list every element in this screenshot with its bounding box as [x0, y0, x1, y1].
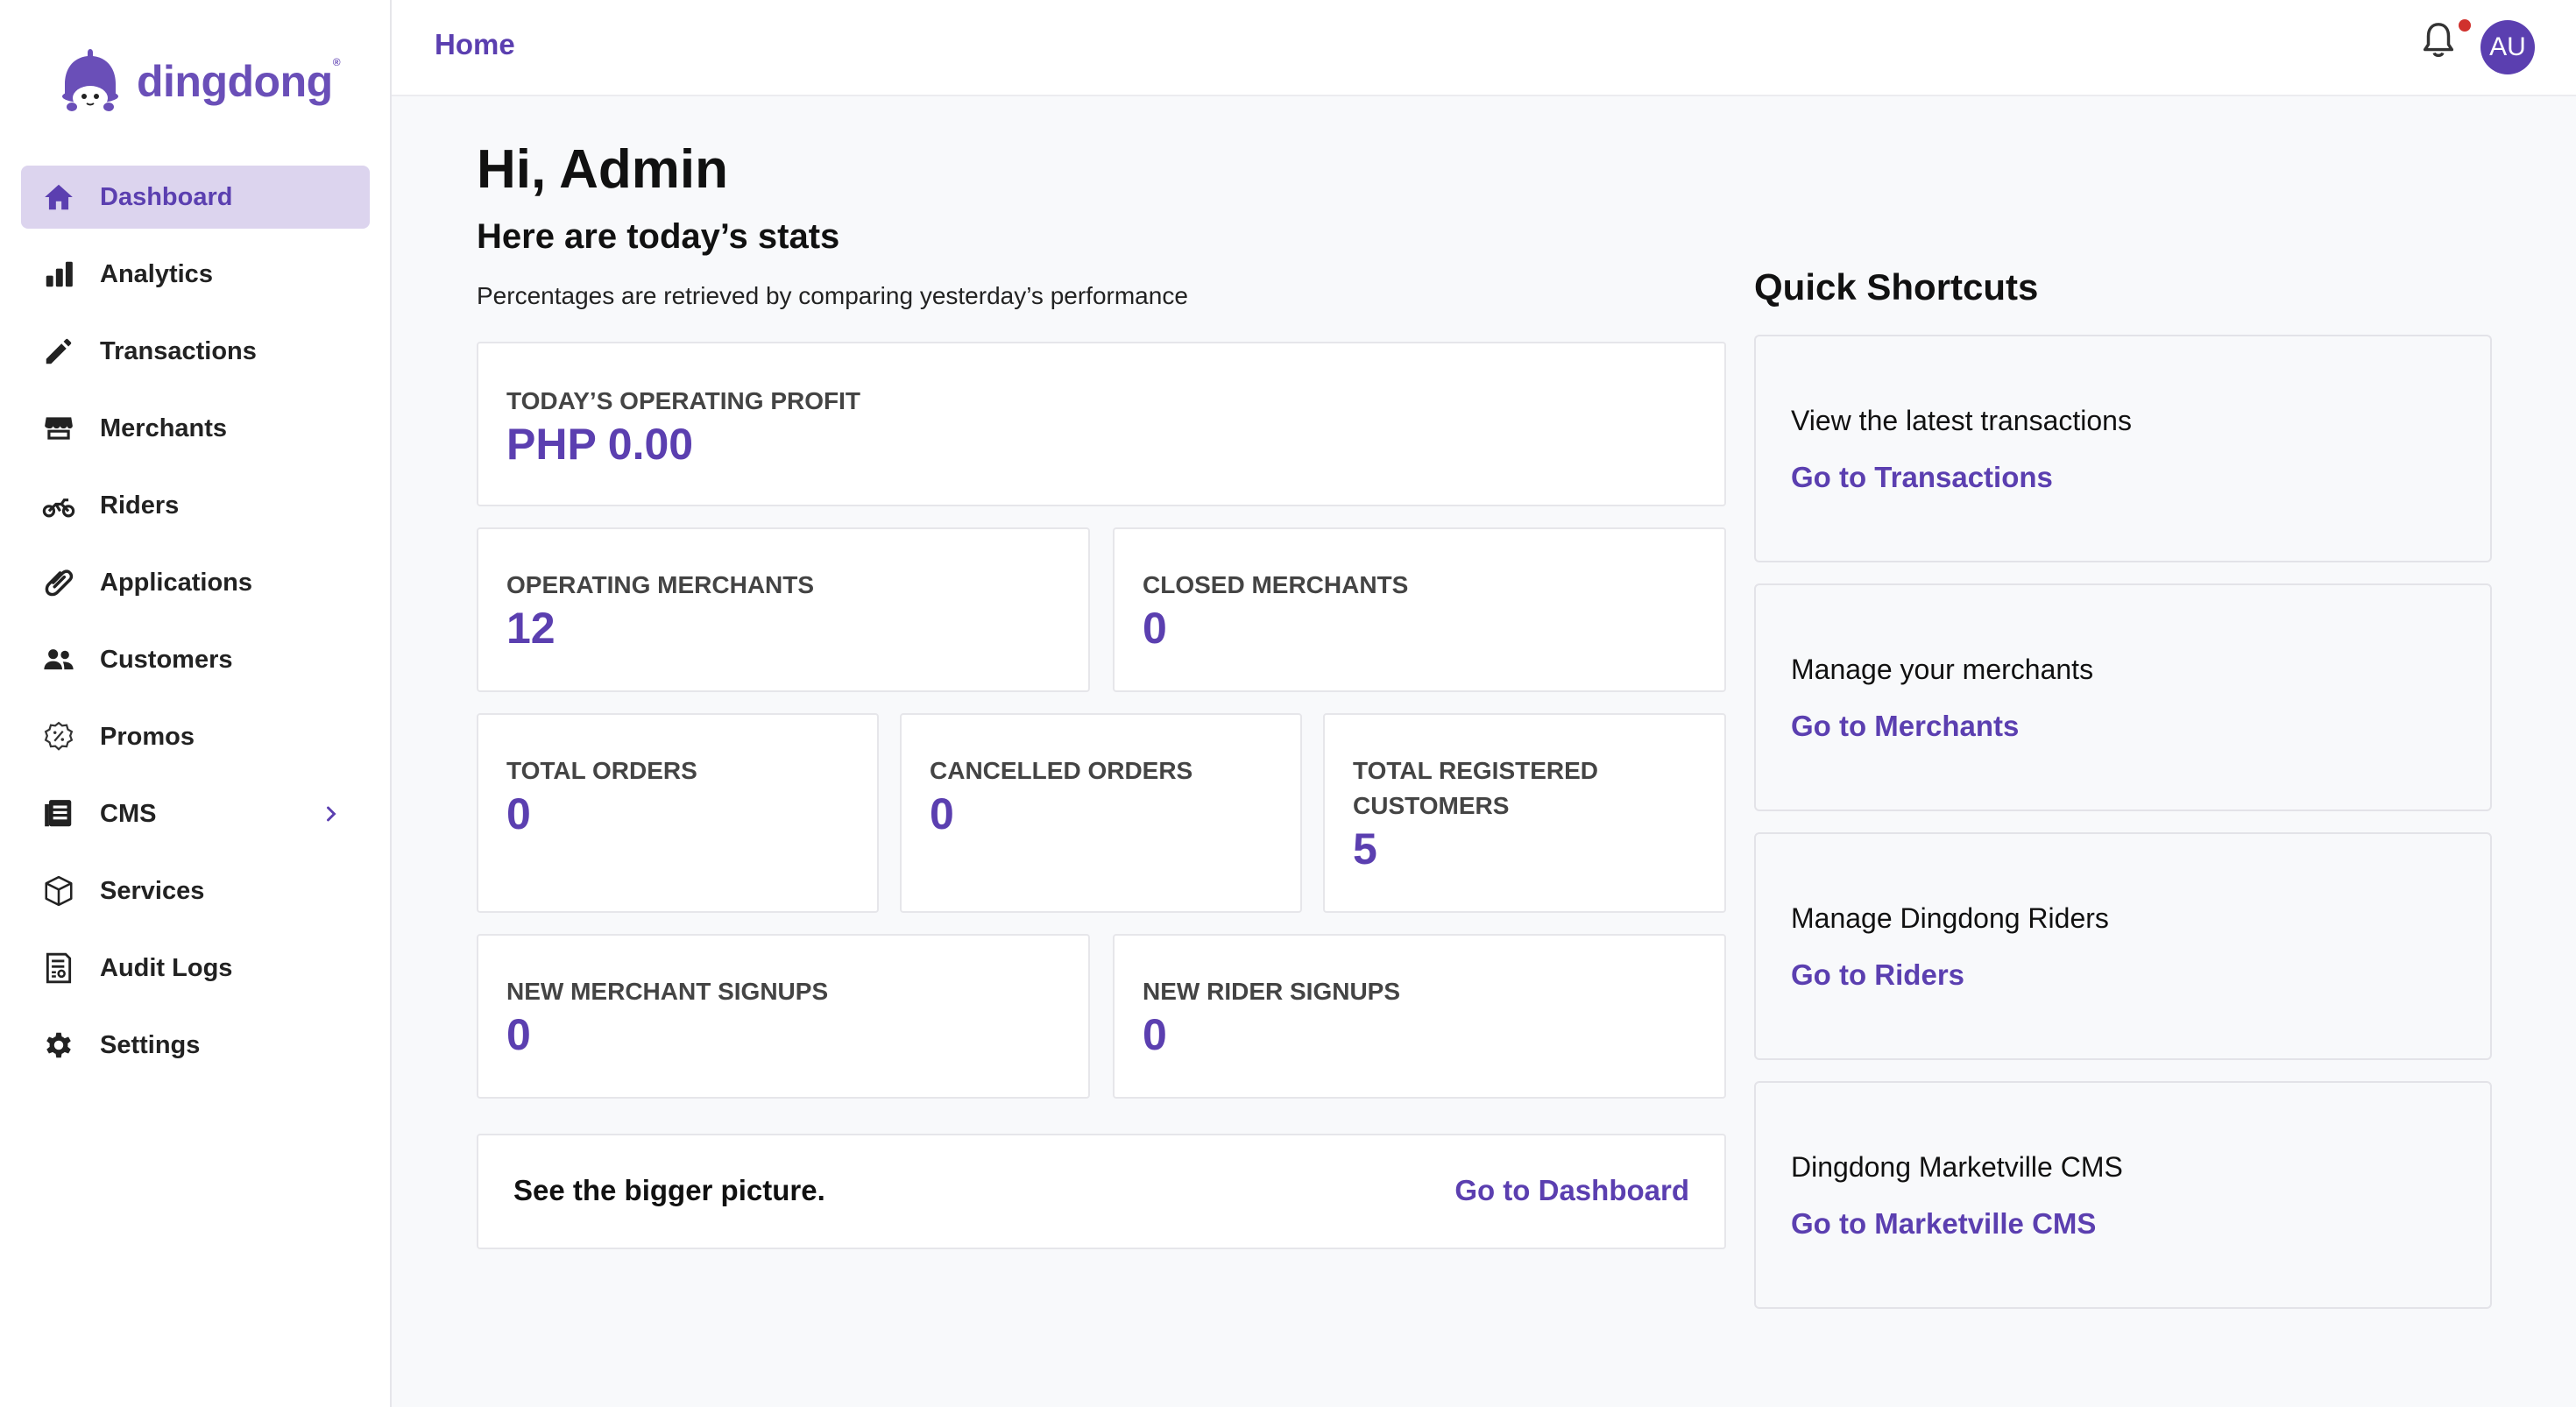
- stat-card-operating-profit: TODAY’S OPERATING PROFIT PHP 0.00: [477, 342, 1726, 506]
- shortcut-card-transactions: View the latest transactions Go to Trans…: [1754, 335, 2492, 562]
- sidebar-item-label: Promos: [100, 722, 195, 751]
- sidebar-item-applications[interactable]: Applications: [21, 551, 370, 614]
- notification-bell-icon[interactable]: [2418, 19, 2459, 63]
- sidebar: dingdong® Dashboard Analytics Transactio…: [0, 0, 392, 1407]
- stat-value: PHP 0.00: [506, 420, 694, 469]
- go-to-transactions-link[interactable]: Go to Transactions: [1791, 461, 2053, 494]
- paperclip-icon: [40, 564, 77, 601]
- sidebar-item-analytics[interactable]: Analytics: [21, 243, 370, 306]
- sidebar-item-settings[interactable]: Settings: [21, 1014, 370, 1077]
- bell-mascot-icon: [62, 49, 118, 111]
- shortcut-card-riders: Manage Dingdong Riders Go to Riders: [1754, 832, 2492, 1060]
- chevron-right-icon[interactable]: [319, 802, 343, 826]
- avatar[interactable]: AU: [2480, 20, 2535, 74]
- brand-name: dingdong®: [137, 56, 341, 106]
- sidebar-item-label: Analytics: [100, 259, 213, 288]
- sidebar-nav: Dashboard Analytics Transactions Merchan…: [21, 166, 370, 1091]
- stat-card-new-rider-signups: NEW RIDER SIGNUPS 0: [1113, 934, 1726, 1099]
- motorcycle-icon: [40, 487, 77, 524]
- box-icon: [40, 873, 77, 909]
- stat-value: 0: [930, 789, 954, 838]
- sidebar-item-services[interactable]: Services: [21, 859, 370, 923]
- go-to-riders-link[interactable]: Go to Riders: [1791, 958, 1964, 992]
- sidebar-item-label: Transactions: [100, 336, 257, 365]
- sidebar-item-label: Dashboard: [100, 182, 233, 211]
- bar-chart-icon: [40, 256, 77, 293]
- stat-card-cancelled-orders: CANCELLED ORDERS 0: [900, 713, 1302, 913]
- go-to-merchants-link[interactable]: Go to Merchants: [1791, 710, 2019, 743]
- stat-label: TOTAL REGISTERED CUSTOMERS: [1353, 753, 1598, 824]
- stat-label-line: CUSTOMERS: [1353, 792, 1510, 819]
- shortcut-text: Manage your merchants: [1791, 654, 2094, 685]
- sidebar-item-customers[interactable]: Customers: [21, 628, 370, 691]
- quick-shortcuts-title: Quick Shortcuts: [1754, 266, 2039, 308]
- stat-value: 0: [1143, 1010, 1167, 1059]
- stat-card-new-merchant-signups: NEW MERCHANT SIGNUPS 0: [477, 934, 1090, 1099]
- sidebar-item-label: CMS: [100, 799, 157, 828]
- brand-logo[interactable]: dingdong®: [51, 46, 341, 117]
- go-to-dashboard-link[interactable]: Go to Dashboard: [1454, 1174, 1689, 1207]
- sidebar-item-cms[interactable]: CMS: [21, 782, 370, 845]
- sidebar-item-label: Services: [100, 876, 205, 905]
- stat-card-operating-merchants: OPERATING MERCHANTS 12: [477, 527, 1090, 692]
- sidebar-item-transactions[interactable]: Transactions: [21, 320, 370, 383]
- stats-heading: Here are today’s stats: [477, 217, 840, 256]
- stat-label: TODAY’S OPERATING PROFIT: [506, 387, 860, 414]
- sidebar-item-audit-logs[interactable]: Audit Logs: [21, 937, 370, 1000]
- discount-badge-icon: [40, 718, 77, 755]
- stat-label-line: TOTAL REGISTERED: [1353, 757, 1599, 784]
- stat-card-registered-customers: TOTAL REGISTERED CUSTOMERS 5: [1323, 713, 1726, 913]
- shortcut-text: Manage Dingdong Riders: [1791, 902, 2109, 934]
- stat-card-closed-merchants: CLOSED MERCHANTS 0: [1113, 527, 1726, 692]
- stat-value: 0: [506, 789, 531, 838]
- stat-label: NEW RIDER SIGNUPS: [1143, 978, 1401, 1005]
- store-icon: [40, 410, 77, 447]
- gear-icon: [40, 1027, 77, 1064]
- shortcut-text: View the latest transactions: [1791, 405, 2132, 436]
- stat-label: CLOSED MERCHANTS: [1143, 571, 1409, 598]
- shortcut-card-merchants: Manage your merchants Go to Merchants: [1754, 583, 2492, 811]
- shortcut-text: Dingdong Marketville CMS: [1791, 1151, 2123, 1183]
- sidebar-item-promos[interactable]: Promos: [21, 705, 370, 768]
- home-icon: [40, 179, 77, 216]
- stat-label: NEW MERCHANT SIGNUPS: [506, 978, 829, 1005]
- page-title: Hi, Admin: [477, 139, 729, 200]
- users-icon: [40, 641, 77, 678]
- stat-card-total-orders: TOTAL ORDERS 0: [477, 713, 879, 913]
- bigger-picture-text: See the bigger picture.: [513, 1174, 825, 1206]
- sidebar-item-label: Applications: [100, 568, 253, 597]
- pencil-icon: [40, 333, 77, 370]
- sidebar-item-label: Merchants: [100, 414, 228, 442]
- sidebar-item-dashboard[interactable]: Dashboard: [21, 166, 370, 229]
- sidebar-item-riders[interactable]: Riders: [21, 474, 370, 537]
- audit-log-icon: [40, 950, 77, 986]
- top-bar: Home: [392, 0, 2576, 96]
- shortcut-card-cms: Dingdong Marketville CMS Go to Marketvil…: [1754, 1081, 2492, 1309]
- go-to-marketville-cms-link[interactable]: Go to Marketville CMS: [1791, 1207, 2096, 1241]
- sidebar-item-label: Riders: [100, 491, 180, 520]
- notification-dot: [2459, 19, 2471, 32]
- sidebar-item-label: Customers: [100, 645, 233, 674]
- bigger-picture-card: See the bigger picture. Go to Dashboard: [477, 1134, 1726, 1249]
- sidebar-item-label: Audit Logs: [100, 953, 233, 982]
- stat-value: 0: [1143, 604, 1167, 653]
- stat-value: 0: [506, 1010, 531, 1059]
- breadcrumb[interactable]: Home: [435, 28, 515, 61]
- stat-label: TOTAL ORDERS: [506, 757, 697, 784]
- stat-value: 5: [1353, 824, 1377, 873]
- sidebar-item-merchants[interactable]: Merchants: [21, 397, 370, 460]
- sidebar-item-label: Settings: [100, 1030, 201, 1059]
- stat-label: CANCELLED ORDERS: [930, 757, 1193, 784]
- document-list-icon: [40, 795, 77, 832]
- stat-label: OPERATING MERCHANTS: [506, 571, 815, 598]
- stat-value: 12: [506, 604, 556, 653]
- stats-note: Percentages are retrieved by comparing y…: [477, 282, 1188, 309]
